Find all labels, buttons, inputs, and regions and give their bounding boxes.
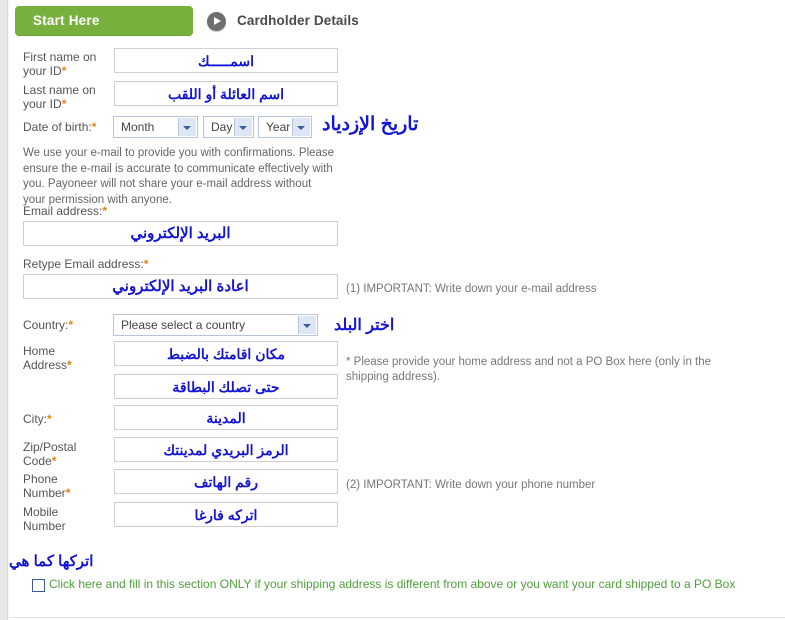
- dob-year-select[interactable]: Year: [258, 116, 312, 138]
- date-of-birth-annotation: تاريخ الإزدياد: [322, 114, 419, 135]
- shipping-section-annotation: اتركها كما هي: [9, 553, 94, 570]
- chevron-down-icon[interactable]: [178, 118, 196, 136]
- home-address-line2-value: حتى تصلك البطاقة: [172, 379, 280, 395]
- country-selected-value: Please select a country: [121, 318, 246, 332]
- city-label: City:*: [23, 412, 52, 426]
- retype-email-required-mark: *: [143, 257, 149, 271]
- phone-number-value: رقم الهاتف: [194, 474, 258, 490]
- email-address-value: البريد الإلكتروني: [130, 225, 231, 242]
- home-address-line1-input[interactable]: مكان اقامتك بالضبط: [114, 341, 338, 366]
- dob-year-value: Year: [266, 120, 291, 134]
- chevron-down-icon[interactable]: [234, 118, 252, 136]
- email-address-label: Email address:*: [23, 204, 108, 218]
- dob-day-value: Day: [211, 120, 233, 134]
- retype-email-input[interactable]: اعادة البريد الإلكتروني: [23, 274, 338, 299]
- zip-code-input[interactable]: الرمز البريدي لمدينتك: [114, 437, 338, 462]
- mobile-number-label: Mobile Number: [23, 505, 66, 533]
- window-left-chrome: [0, 0, 7, 620]
- dob-required-mark: *: [91, 120, 97, 134]
- last-name-value: اسم العائلة أو اللقب: [167, 86, 285, 102]
- chevron-down-icon[interactable]: [298, 316, 316, 334]
- retype-email-value: اعادة البريد الإلكتروني: [112, 278, 249, 295]
- start-here-button-label: Start Here: [33, 13, 100, 28]
- zip-code-value: الرمز البريدي لمدينتك: [163, 442, 289, 458]
- email-required-mark: *: [102, 204, 108, 218]
- start-here-button[interactable]: Start Here: [15, 6, 193, 36]
- city-required-mark: *: [47, 412, 52, 426]
- mobile-number-value: اتركه فارغا: [194, 507, 258, 523]
- different-shipping-address-checkbox[interactable]: [32, 579, 45, 592]
- phone-number-input[interactable]: رقم الهاتف: [114, 469, 338, 494]
- dob-month-select[interactable]: Month: [113, 116, 198, 138]
- page-title: Cardholder Details: [237, 13, 359, 28]
- first-name-value: اسمـــــك: [197, 53, 255, 69]
- country-label: Country:*: [23, 318, 74, 332]
- cardholder-details-form-page: Start Here Cardholder Details First name…: [9, 0, 785, 620]
- city-input[interactable]: المدينة: [114, 405, 338, 430]
- last-name-input[interactable]: اسم العائلة أو اللقب: [114, 81, 338, 106]
- mobile-number-input[interactable]: اتركه فارغا: [114, 502, 338, 527]
- date-of-birth-label: Date of birth:*: [23, 120, 97, 134]
- play-arrow-icon: [207, 12, 226, 31]
- phone-required-mark: *: [65, 486, 71, 500]
- country-annotation: اختر البلد: [334, 317, 395, 334]
- email-explanation-paragraph: We use your e-mail to provide you with c…: [23, 147, 335, 206]
- email-important-note: (1) IMPORTANT: Write down your e-mail ad…: [346, 283, 597, 295]
- first-name-input[interactable]: اسمـــــك: [114, 48, 338, 73]
- country-required-mark: *: [68, 318, 74, 332]
- last-name-label: Last name on your ID*: [23, 83, 96, 111]
- different-shipping-address-label: Click here and fill in this section ONLY…: [49, 577, 736, 591]
- zip-required-mark: *: [51, 454, 57, 468]
- dob-day-select[interactable]: Day: [203, 116, 254, 138]
- home-address-line1-value: مكان اقامتك بالضبط: [166, 346, 285, 362]
- bottom-divider: [9, 617, 785, 618]
- chevron-down-icon[interactable]: [292, 118, 310, 136]
- email-address-input[interactable]: البريد الإلكتروني: [23, 221, 338, 246]
- first-name-label: First name on your ID*: [23, 50, 97, 78]
- home-address-line2-input[interactable]: حتى تصلك البطاقة: [114, 374, 338, 399]
- home-address-note: * Please provide your home address and n…: [346, 356, 712, 383]
- first-name-required-mark: *: [61, 64, 67, 78]
- retype-email-label: Retype Email address:*: [23, 257, 149, 271]
- dob-month-value: Month: [121, 120, 155, 134]
- zip-code-label: Zip/Postal Code*: [23, 440, 77, 468]
- country-select[interactable]: Please select a country: [113, 314, 318, 336]
- home-address-required-mark: *: [67, 358, 72, 372]
- city-value: المدينة: [206, 410, 246, 426]
- phone-number-label: Phone Number*: [23, 472, 71, 500]
- home-address-label: Home Address*: [23, 344, 72, 372]
- phone-important-note: (2) IMPORTANT: Write down your phone num…: [346, 479, 596, 491]
- form-header: Start Here Cardholder Details: [15, 6, 775, 38]
- last-name-required-mark: *: [61, 97, 67, 111]
